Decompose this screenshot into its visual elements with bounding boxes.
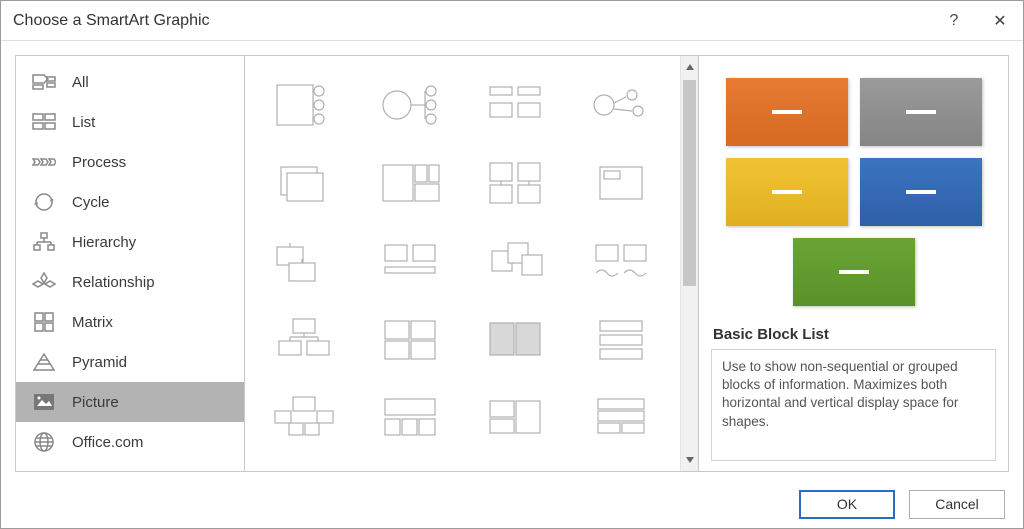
cancel-button[interactable]: Cancel: [909, 490, 1005, 519]
layout-thumb[interactable]: [357, 378, 463, 456]
category-label: Matrix: [72, 314, 113, 331]
layout-gallery: [245, 56, 680, 471]
layout-thumb[interactable]: [357, 66, 463, 144]
layout-thumb[interactable]: [568, 378, 674, 456]
list-icon: [32, 111, 56, 133]
layout-thumb[interactable]: [568, 66, 674, 144]
cycle-icon: [32, 191, 56, 213]
scroll-track[interactable]: [681, 76, 698, 451]
layout-thumb[interactable]: [463, 66, 569, 144]
dialog-footer: OK Cancel: [1, 480, 1023, 528]
preview-panel: Basic Block List Use to show non-sequent…: [699, 55, 1009, 472]
titlebar: Choose a SmartArt Graphic ? ✕: [1, 1, 1023, 41]
ok-button[interactable]: OK: [799, 490, 895, 519]
preview-canvas: [711, 68, 996, 320]
preview-block: [726, 78, 848, 146]
category-officecom[interactable]: Office.com: [16, 422, 244, 462]
category-pyramid[interactable]: Pyramid: [16, 342, 244, 382]
picture-icon: [32, 391, 56, 413]
layout-thumb[interactable]: [251, 456, 357, 471]
smartart-dialog: Choose a SmartArt Graphic ? ✕ All List: [0, 0, 1024, 529]
gallery-panel: [245, 55, 699, 472]
cancel-label: Cancel: [935, 496, 979, 512]
layout-thumb[interactable]: [251, 222, 357, 300]
category-list: All List Process Cycle: [15, 55, 245, 472]
dialog-body: All List Process Cycle: [1, 41, 1023, 480]
help-button[interactable]: ?: [931, 1, 977, 41]
layout-thumb[interactable]: [568, 222, 674, 300]
scroll-down-arrow[interactable]: [681, 451, 698, 469]
layout-thumb[interactable]: [357, 300, 463, 378]
category-label: Process: [72, 154, 126, 171]
pyramid-icon: [32, 351, 56, 373]
layout-thumb[interactable]: [251, 144, 357, 222]
layout-thumb[interactable]: [251, 300, 357, 378]
all-icon: [32, 71, 56, 93]
layout-thumb[interactable]: [568, 300, 674, 378]
globe-icon: [32, 431, 56, 453]
category-label: Pyramid: [72, 354, 127, 371]
layout-thumb[interactable]: [463, 300, 569, 378]
gallery-scrollbar[interactable]: [680, 56, 698, 471]
process-icon: [32, 151, 56, 173]
ok-label: OK: [837, 496, 857, 512]
chevron-down-icon: [685, 455, 695, 465]
preview-title: Basic Block List: [713, 326, 994, 343]
scroll-up-arrow[interactable]: [681, 58, 698, 76]
layout-thumb[interactable]: [251, 378, 357, 456]
layout-thumb[interactable]: [357, 456, 463, 471]
category-cycle[interactable]: Cycle: [16, 182, 244, 222]
category-label: Office.com: [72, 434, 143, 451]
category-relationship[interactable]: Relationship: [16, 262, 244, 302]
layout-thumb[interactable]: [568, 144, 674, 222]
category-process[interactable]: Process: [16, 142, 244, 182]
close-button[interactable]: ✕: [977, 1, 1023, 41]
category-label: All: [72, 74, 89, 91]
layout-thumb[interactable]: [357, 144, 463, 222]
preview-block: [793, 238, 915, 306]
category-label: Relationship: [72, 274, 155, 291]
layout-thumb[interactable]: [568, 456, 674, 471]
category-list[interactable]: List: [16, 102, 244, 142]
layout-thumb[interactable]: [463, 144, 569, 222]
category-label: Cycle: [72, 194, 110, 211]
hierarchy-icon: [32, 231, 56, 253]
preview-block: [860, 78, 982, 146]
category-label: Hierarchy: [72, 234, 136, 251]
category-label: List: [72, 114, 95, 131]
category-matrix[interactable]: Matrix: [16, 302, 244, 342]
chevron-up-icon: [685, 62, 695, 72]
close-icon: ✕: [993, 11, 1006, 31]
relationship-icon: [32, 271, 56, 293]
category-all[interactable]: All: [16, 62, 244, 102]
matrix-icon: [32, 311, 56, 333]
dialog-title: Choose a SmartArt Graphic: [13, 12, 931, 30]
category-picture[interactable]: Picture: [16, 382, 244, 422]
layout-thumb[interactable]: [251, 66, 357, 144]
layout-thumb[interactable]: [357, 222, 463, 300]
category-hierarchy[interactable]: Hierarchy: [16, 222, 244, 262]
scroll-thumb[interactable]: [683, 80, 696, 286]
layout-thumb[interactable]: [463, 378, 569, 456]
layout-thumb[interactable]: [463, 222, 569, 300]
layout-thumb[interactable]: [463, 456, 569, 471]
help-icon: ?: [950, 12, 959, 30]
preview-description: Use to show non-sequential or grouped bl…: [711, 349, 996, 461]
preview-block: [726, 158, 848, 226]
preview-block: [860, 158, 982, 226]
category-label: Picture: [72, 394, 119, 411]
